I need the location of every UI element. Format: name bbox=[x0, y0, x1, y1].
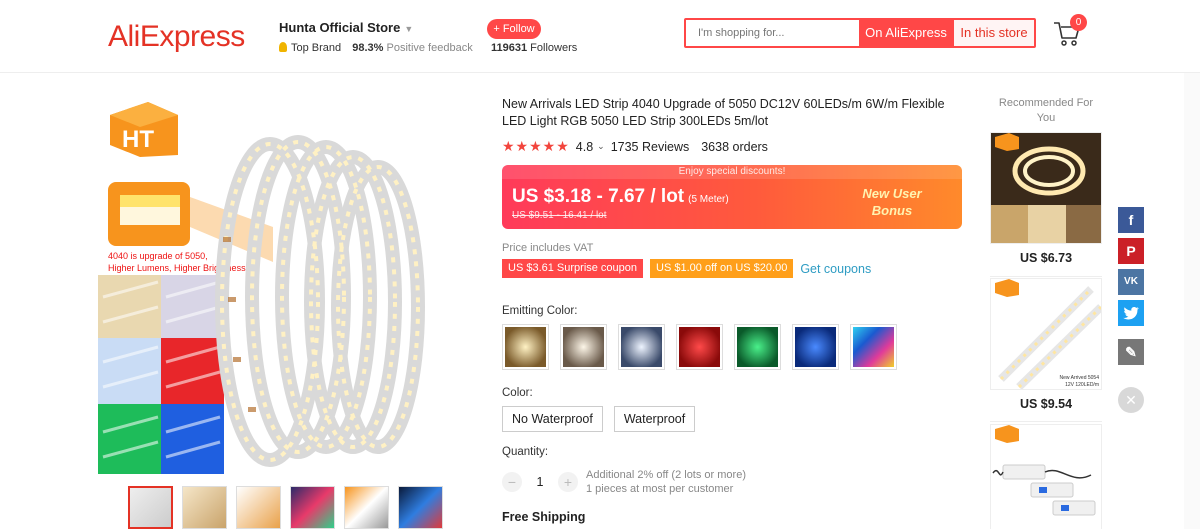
get-coupons-link[interactable]: Get coupons bbox=[800, 262, 871, 276]
discount-banner: Enjoy special discounts! bbox=[502, 165, 962, 179]
swatch-cold-white[interactable] bbox=[618, 324, 665, 370]
swatch-green[interactable] bbox=[734, 324, 781, 370]
swatch-natural-white[interactable] bbox=[560, 324, 607, 370]
brand-logo-icon: HT bbox=[110, 102, 178, 157]
product-title: New Arrivals LED Strip 4040 Upgrade of 5… bbox=[502, 97, 945, 128]
original-price: US $9.51 - 16.41 / lot bbox=[512, 210, 607, 221]
recommended-item-2[interactable]: New Arrived 5054 12V 120LED/m bbox=[990, 278, 1102, 390]
medal-icon bbox=[279, 42, 287, 52]
edit-pencil-icon[interactable]: ✎ bbox=[1118, 339, 1144, 365]
quantity-stepper: − 1 + Additional 2% off (2 lots or more)… bbox=[502, 468, 746, 496]
led-strip-illustration: HT 4040 is upgrade of 5050, Higher Lumen… bbox=[98, 102, 425, 474]
thumbnail-6[interactable] bbox=[398, 486, 443, 529]
recommended-price-1: US $6.73 bbox=[1019, 251, 1073, 265]
twitter-icon[interactable] bbox=[1118, 300, 1144, 326]
color-label: Color: bbox=[502, 387, 533, 399]
search-aliexpress-button[interactable]: On AliExpress bbox=[859, 20, 953, 46]
recommended-price-2: US $9.54 bbox=[1019, 397, 1073, 411]
price-range: US $3.18 - 7.67 / lot (5 Meter) bbox=[512, 186, 729, 208]
rating-row: ★★★★★ 4.8 ⌄ 1735 Reviews 3638 orders bbox=[502, 138, 768, 155]
free-shipping-label: Free Shipping bbox=[502, 510, 586, 524]
vk-icon[interactable]: VK bbox=[1118, 269, 1144, 295]
coupon-row: US $3.61 Surprise coupon US $1.00 off on… bbox=[502, 259, 871, 278]
quantity-value[interactable]: 1 bbox=[522, 475, 558, 489]
swatch-rgb[interactable] bbox=[850, 324, 897, 370]
aliexpress-logo[interactable]: AliExpress bbox=[108, 20, 245, 54]
follow-button[interactable]: + Follow bbox=[487, 19, 541, 39]
swatch-red[interactable] bbox=[676, 324, 723, 370]
positive-feedback-pct: 98.3% bbox=[352, 42, 384, 54]
followers-count: 119631 Followers bbox=[491, 42, 577, 54]
store-name-label[interactable]: Hunta Official Store bbox=[279, 20, 400, 35]
recommended-divider-1 bbox=[990, 276, 1102, 277]
search-store-button[interactable]: In this store bbox=[953, 20, 1034, 46]
recommended-caption-1: New Arrived 5054 bbox=[1060, 375, 1100, 381]
surprise-coupon[interactable]: US $3.61 Surprise coupon bbox=[502, 259, 644, 278]
quantity-note-line2: 1 pieces at most per customer bbox=[586, 483, 734, 495]
followers-number: 119631 bbox=[491, 42, 528, 54]
orders-count: 3638 orders bbox=[701, 139, 768, 154]
option-waterproof[interactable]: Waterproof bbox=[613, 406, 696, 432]
recommended-divider-2 bbox=[990, 421, 1102, 422]
facebook-icon[interactable]: f bbox=[1118, 207, 1144, 233]
store-name[interactable]: Hunta Official Store ▼ bbox=[279, 20, 413, 35]
recommended-image-2: New Arrived 5054 12V 120LED/m bbox=[991, 279, 1101, 389]
recommended-caption-2: 12V 120LED/m bbox=[1065, 382, 1099, 388]
store-coupon[interactable]: US $1.00 off on US $20.00 bbox=[650, 259, 794, 278]
pinterest-icon[interactable]: P bbox=[1118, 238, 1144, 264]
page-scrollbar[interactable] bbox=[1184, 73, 1200, 529]
quantity-note: Additional 2% off (2 lots or more) 1 pie… bbox=[586, 468, 746, 496]
top-header: AliExpress Hunta Official Store ▼ Top Bra… bbox=[0, 0, 1200, 73]
new-user-line2: Bonus bbox=[871, 203, 913, 218]
positive-feedback-label: Positive feedback bbox=[386, 42, 473, 54]
thumbnail-3[interactable] bbox=[236, 486, 281, 529]
callout-line1: 4040 is upgrade of 5050, bbox=[108, 251, 208, 261]
twitter-bird-icon bbox=[1123, 306, 1139, 320]
option-no-waterproof[interactable]: No Waterproof bbox=[502, 406, 603, 432]
price-unit: (5 Meter) bbox=[688, 194, 729, 205]
search-bar: On AliExpress In this store bbox=[684, 18, 1036, 48]
cart-count-badge: 0 bbox=[1070, 14, 1087, 31]
followers-label: Followers bbox=[530, 42, 578, 54]
quantity-label: Quantity: bbox=[502, 446, 549, 458]
main-product-image[interactable]: HT 4040 is upgrade of 5050, Higher Lumen… bbox=[98, 97, 470, 474]
thumbnail-2[interactable] bbox=[182, 486, 227, 529]
search-input[interactable] bbox=[686, 20, 859, 46]
recommended-title: Recommended For You bbox=[998, 97, 1094, 124]
thumbnail-4[interactable] bbox=[290, 486, 335, 529]
recommended-image-3 bbox=[991, 425, 1101, 529]
chevron-down-icon[interactable]: ⌄ bbox=[597, 141, 605, 152]
quantity-note-line1: Additional 2% off (2 lots or more) bbox=[586, 469, 746, 481]
vat-note: Price includes VAT bbox=[502, 242, 594, 254]
quantity-decrease-button[interactable]: − bbox=[502, 472, 522, 492]
swatch-warm-white[interactable] bbox=[502, 324, 549, 370]
swatch-blue[interactable] bbox=[792, 324, 839, 370]
new-user-bonus-badge[interactable]: New User Bonus bbox=[840, 185, 944, 219]
brand-badge-text: HT bbox=[122, 126, 154, 153]
reviews-count[interactable]: 1735 Reviews bbox=[611, 140, 690, 154]
rating-value: 4.8 bbox=[575, 139, 594, 154]
price-value: US $3.18 - 7.67 / lot bbox=[512, 186, 685, 207]
store-meta: Top Brand 98.3% Positive feedback bbox=[279, 42, 473, 54]
new-user-line1: New User bbox=[862, 186, 922, 201]
quantity-increase-button[interactable]: + bbox=[558, 472, 578, 492]
recommended-item-3[interactable] bbox=[990, 424, 1102, 529]
chevron-down-icon[interactable]: ▼ bbox=[404, 24, 413, 34]
thumbnail-strip bbox=[128, 486, 443, 529]
emitting-color-label: Emitting Color: bbox=[502, 305, 578, 317]
thumbnail-5[interactable] bbox=[344, 486, 389, 529]
price-banner: Enjoy special discounts! US $3.18 - 7.67… bbox=[502, 165, 962, 229]
close-icon[interactable]: ✕ bbox=[1118, 387, 1144, 413]
recommended-item-1[interactable] bbox=[990, 132, 1102, 244]
color-options: No Waterproof Waterproof bbox=[502, 406, 696, 432]
top-brand-label: Top Brand bbox=[291, 42, 342, 54]
emitting-color-swatches bbox=[502, 324, 897, 370]
star-rating-icon: ★★★★★ bbox=[502, 138, 570, 154]
recommended-image-1 bbox=[991, 133, 1101, 243]
thumbnail-1[interactable] bbox=[128, 486, 173, 529]
